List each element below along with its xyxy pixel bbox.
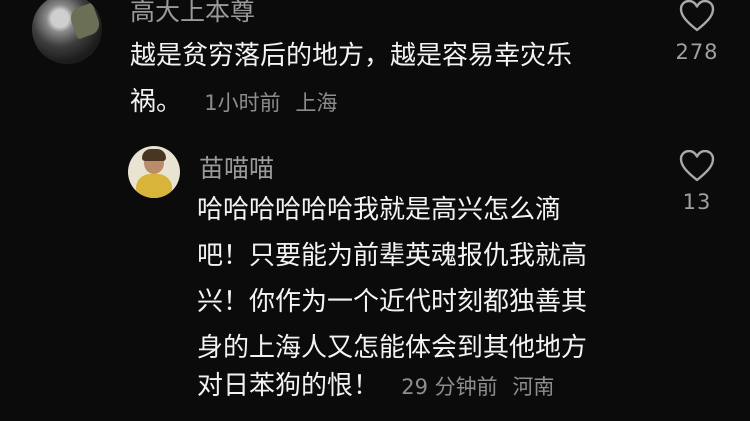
comment-location: 上海	[295, 91, 338, 115]
like-button[interactable]: 13	[662, 150, 732, 214]
avatar[interactable]	[32, 0, 102, 64]
avatar-image-detail	[136, 174, 172, 198]
comment-text-line: 越是贫穷落后的地方，越是容易幸灾乐	[130, 41, 573, 71]
avatar[interactable]	[128, 146, 180, 198]
comment-text-line: 身的上海人又怎能体会到其他地方	[197, 333, 588, 363]
comment-text-line: 吧！只要能为前辈英魂报仇我就高	[197, 241, 588, 271]
comment-time: 1小时前	[204, 91, 281, 115]
comment-text-line: 哈哈哈哈哈哈我就是高兴怎么滴	[197, 195, 562, 225]
comment-text-line: 祸。	[130, 87, 183, 117]
like-button[interactable]: 278	[662, 0, 732, 64]
comment-username[interactable]: 苗喵喵	[199, 149, 274, 185]
comment-text-line: 兴！你作为一个近代时刻都独善其	[197, 287, 588, 317]
avatar-image-detail	[67, 2, 102, 40]
comment-text-line-with-meta: 对日苯狗的恨！ 29 分钟前 河南	[197, 365, 554, 408]
comment-time: 29 分钟前	[401, 375, 498, 399]
comment-location: 河南	[512, 375, 555, 399]
avatar-image-detail	[142, 149, 166, 161]
like-count: 13	[682, 190, 712, 214]
comment-text-line: 对日苯狗的恨！	[197, 371, 380, 401]
comment-username[interactable]: 高大上本尊	[130, 0, 255, 28]
comment-meta: 1小时前 上海	[204, 91, 337, 115]
comment-text-line-with-meta: 祸。 1小时前 上海	[130, 81, 337, 124]
heart-outline-icon	[679, 150, 715, 182]
like-count: 278	[675, 40, 719, 64]
comment-meta: 29 分钟前 河南	[401, 375, 554, 399]
heart-outline-icon	[679, 0, 715, 32]
